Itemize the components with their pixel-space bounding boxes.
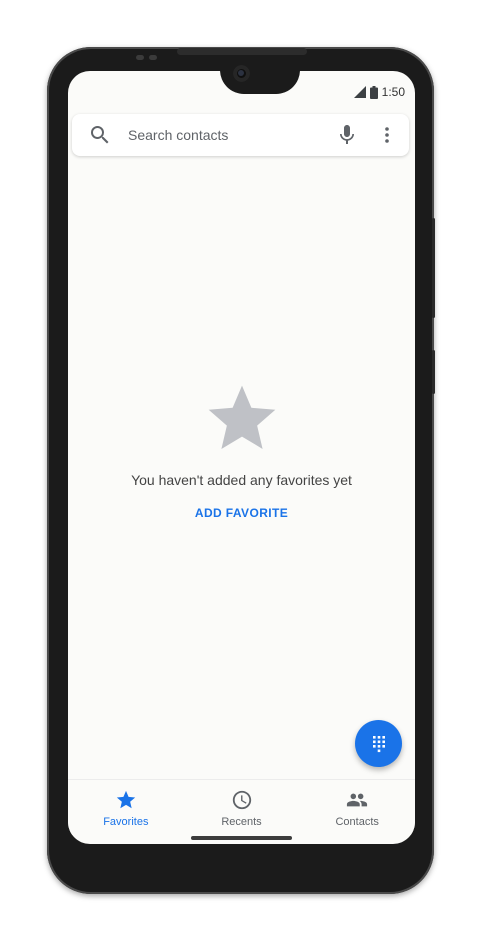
screen: 1:50 You haven't added any favorites yet…: [68, 71, 415, 844]
nav-item-contacts[interactable]: Contacts: [299, 780, 415, 835]
power-button: [432, 218, 435, 318]
signal-icon: [353, 86, 366, 98]
status-bar: 1:50: [353, 84, 405, 100]
dialpad-fab[interactable]: [355, 720, 402, 767]
search-icon[interactable]: [88, 123, 112, 147]
home-indicator[interactable]: [191, 836, 292, 840]
nav-label-recents: Recents: [221, 816, 262, 828]
search-input[interactable]: [126, 119, 335, 151]
add-favorite-button[interactable]: ADD FAVORITE: [195, 506, 288, 520]
empty-favorites-message: You haven't added any favorites yet: [131, 472, 352, 488]
empty-favorites-star-icon: [208, 385, 275, 449]
notch: [220, 71, 300, 94]
bottom-navigation: Favorites Recents Contacts: [68, 779, 415, 835]
star-icon: [116, 790, 135, 809]
battery-icon: [369, 85, 378, 99]
nav-item-recents[interactable]: Recents: [184, 780, 300, 835]
speaker-grill: [177, 48, 307, 55]
dialpad-icon: [372, 735, 385, 752]
front-camera: [233, 65, 250, 82]
clock-icon: [232, 790, 251, 810]
mic-icon[interactable]: [335, 123, 359, 147]
volume-button: [432, 350, 435, 394]
nav-label-contacts: Contacts: [335, 816, 379, 828]
nav-item-favorites[interactable]: Favorites: [68, 780, 184, 835]
search-bar[interactable]: [72, 114, 409, 156]
more-vert-icon[interactable]: [375, 123, 399, 147]
status-time: 1:50: [381, 85, 405, 99]
nav-label-favorites: Favorites: [103, 816, 149, 828]
sensor: [149, 55, 157, 60]
people-icon: [347, 793, 368, 807]
empty-state: You haven't added any favorites yet ADD …: [68, 379, 415, 522]
sensor: [136, 55, 144, 60]
